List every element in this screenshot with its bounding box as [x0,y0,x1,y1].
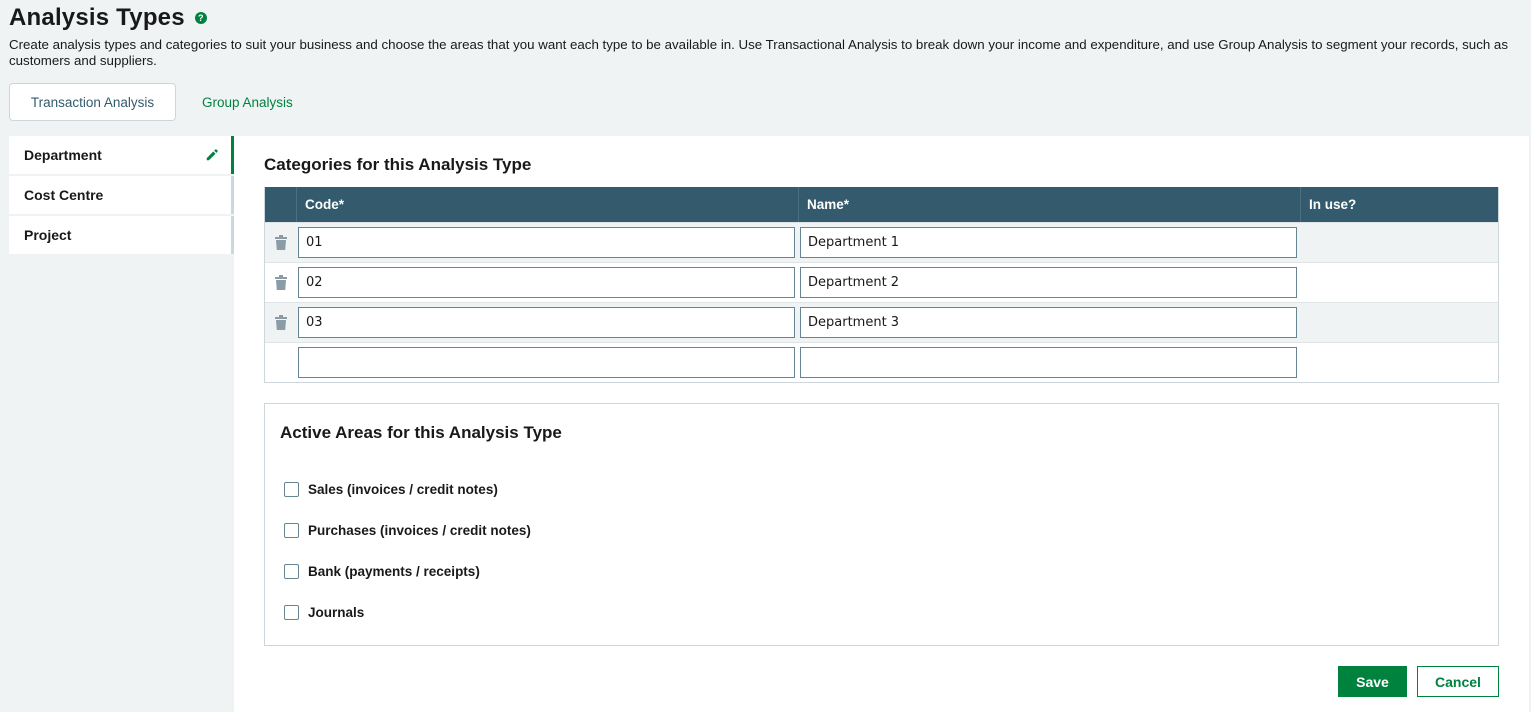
page-header: Analysis Types ? [9,4,207,32]
checkbox-label: Journals [308,605,365,620]
column-header-code: Code* [296,187,798,222]
journals-checkbox[interactable] [284,605,299,620]
name-input[interactable] [800,227,1297,258]
delete-cell [265,315,296,330]
analysis-tabs: Transaction Analysis Group Analysis [9,83,319,121]
table-header: Code* Name* In use? [265,187,1498,222]
sidebar-item-cost-centre[interactable]: Cost Centre [9,176,234,214]
categories-table: Code* Name* In use? [264,187,1499,383]
categories-title: Categories for this Analysis Type [264,155,532,174]
table-row-new [265,342,1498,382]
column-header-in-use: In use? [1300,187,1498,222]
column-header-delete [265,187,296,222]
delete-cell [265,235,296,250]
tab-transaction-analysis[interactable]: Transaction Analysis [9,83,176,121]
delete-cell [265,275,296,290]
tab-group-analysis[interactable]: Group Analysis [176,83,319,121]
area-option-purchases[interactable]: Purchases (invoices / credit notes) [284,523,531,538]
checkbox-label: Bank (payments / receipts) [308,564,480,579]
sidebar-item-label: Cost Centre [24,187,104,203]
name-input[interactable] [800,267,1297,298]
column-header-name: Name* [798,187,1300,222]
trash-icon[interactable] [274,235,287,250]
page-title: Analysis Types [9,4,185,31]
area-option-bank[interactable]: Bank (payments / receipts) [284,564,480,579]
page-description: Create analysis types and categories to … [9,37,1508,68]
pencil-icon[interactable] [205,148,219,162]
checkbox-label: Purchases (invoices / credit notes) [308,523,531,538]
table-row [265,302,1498,342]
save-button[interactable]: Save [1338,666,1407,697]
area-option-journals[interactable]: Journals [284,605,364,620]
cancel-button[interactable]: Cancel [1417,666,1499,697]
trash-icon[interactable] [274,315,287,330]
code-input[interactable] [298,307,795,338]
table-row [265,262,1498,302]
name-input[interactable] [800,307,1297,338]
sidebar-item-label: Project [24,227,72,243]
analysis-type-list: Department Cost Centre Project [9,136,234,256]
bank-checkbox[interactable] [284,564,299,579]
sales-checkbox[interactable] [284,482,299,497]
active-areas-title: Active Areas for this Analysis Type [280,423,562,442]
active-areas-panel: Active Areas for this Analysis Type Sale… [264,403,1499,646]
new-name-input[interactable] [800,347,1297,378]
checkbox-label: Sales (invoices / credit notes) [308,482,498,497]
sidebar-item-project[interactable]: Project [9,216,234,254]
new-code-input[interactable] [298,347,795,378]
sidebar-item-department[interactable]: Department [9,136,234,174]
analysis-type-editor: Categories for this Analysis Type Code* … [234,136,1529,712]
purchases-checkbox[interactable] [284,523,299,538]
code-input[interactable] [298,227,795,258]
table-row [265,222,1498,262]
trash-icon[interactable] [274,275,287,290]
question-circle-icon[interactable]: ? [194,12,207,24]
sidebar-item-label: Department [24,147,102,163]
code-input[interactable] [298,267,795,298]
area-option-sales[interactable]: Sales (invoices / credit notes) [284,482,498,497]
